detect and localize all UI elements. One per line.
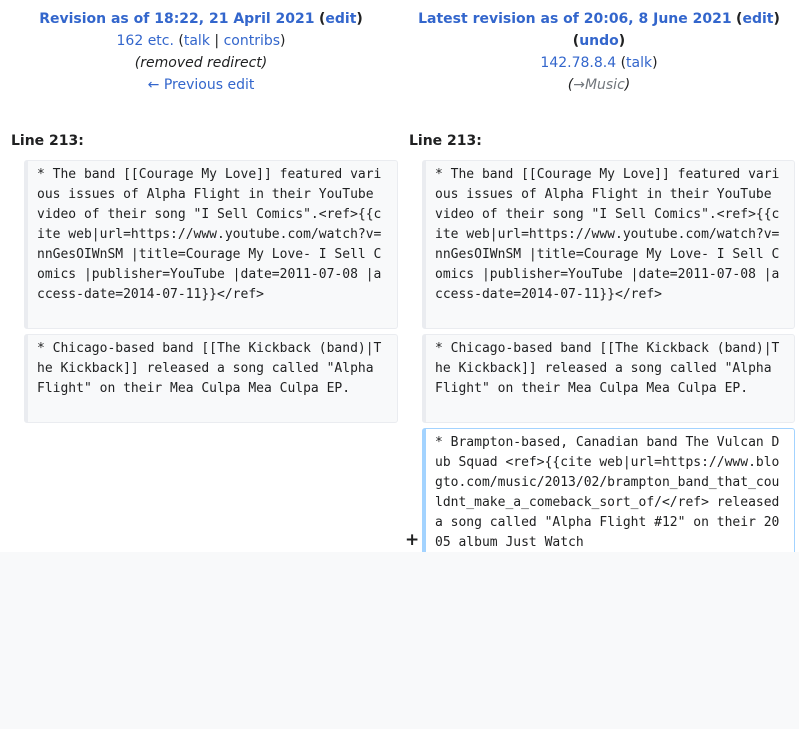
new-context-line-2: * Chicago-based band [[The Kickback (ban… [422, 334, 795, 423]
separator: | [214, 33, 220, 49]
old-user-link[interactable]: 162 etc. [117, 33, 174, 49]
old-revision-link[interactable]: Revision as of 18:22, 21 April 2021 [39, 11, 314, 27]
new-line-number: Line 213: [409, 133, 482, 149]
new-context-line-1: * The band [[Courage My Love]] featured … [422, 160, 795, 329]
diff-page: Revision as of 18:22, 21 April 2021 (edi… [0, 0, 799, 552]
new-revision-header: Latest revision as of 20:06, 8 June 2021… [400, 8, 798, 96]
new-user-link[interactable]: 142.78.8.4 [540, 55, 616, 71]
undo-link[interactable]: undo [579, 33, 619, 49]
old-talk-link[interactable]: talk [184, 33, 210, 49]
old-line-number: Line 213: [11, 133, 84, 149]
paren-close: ) [618, 33, 626, 49]
added-line-marker: + [405, 530, 420, 550]
new-edit-link[interactable]: edit [742, 11, 773, 27]
new-revision-link[interactable]: Latest revision as of 20:06, 8 June 2021 [418, 11, 731, 27]
old-edit-summary: (removed redirect) [134, 55, 268, 71]
added-line: * Brampton-based, Canadian band The Vulc… [422, 428, 795, 552]
old-context-line-2: * Chicago-based band [[The Kickback (ban… [24, 334, 398, 423]
paren-close: ) [356, 11, 363, 27]
old-edit-link[interactable]: edit [325, 11, 356, 27]
summary-section: Music [584, 77, 625, 93]
old-context-line-1: * The band [[Courage My Love]] featured … [24, 160, 398, 329]
paren-close: ) [280, 33, 286, 49]
old-contribs-link[interactable]: contribs [224, 33, 280, 49]
previous-edit-link[interactable]: ← Previous edit [148, 77, 255, 93]
paren-close: ) [773, 11, 780, 27]
new-talk-link[interactable]: talk [626, 55, 652, 71]
paren-close: ) [652, 55, 658, 71]
section-arrow-link[interactable]: → [573, 77, 585, 93]
summary-paren-close: ) [624, 77, 631, 93]
new-edit-summary: (→Music) [400, 74, 798, 96]
old-revision-header: Revision as of 18:22, 21 April 2021 (edi… [2, 8, 400, 96]
